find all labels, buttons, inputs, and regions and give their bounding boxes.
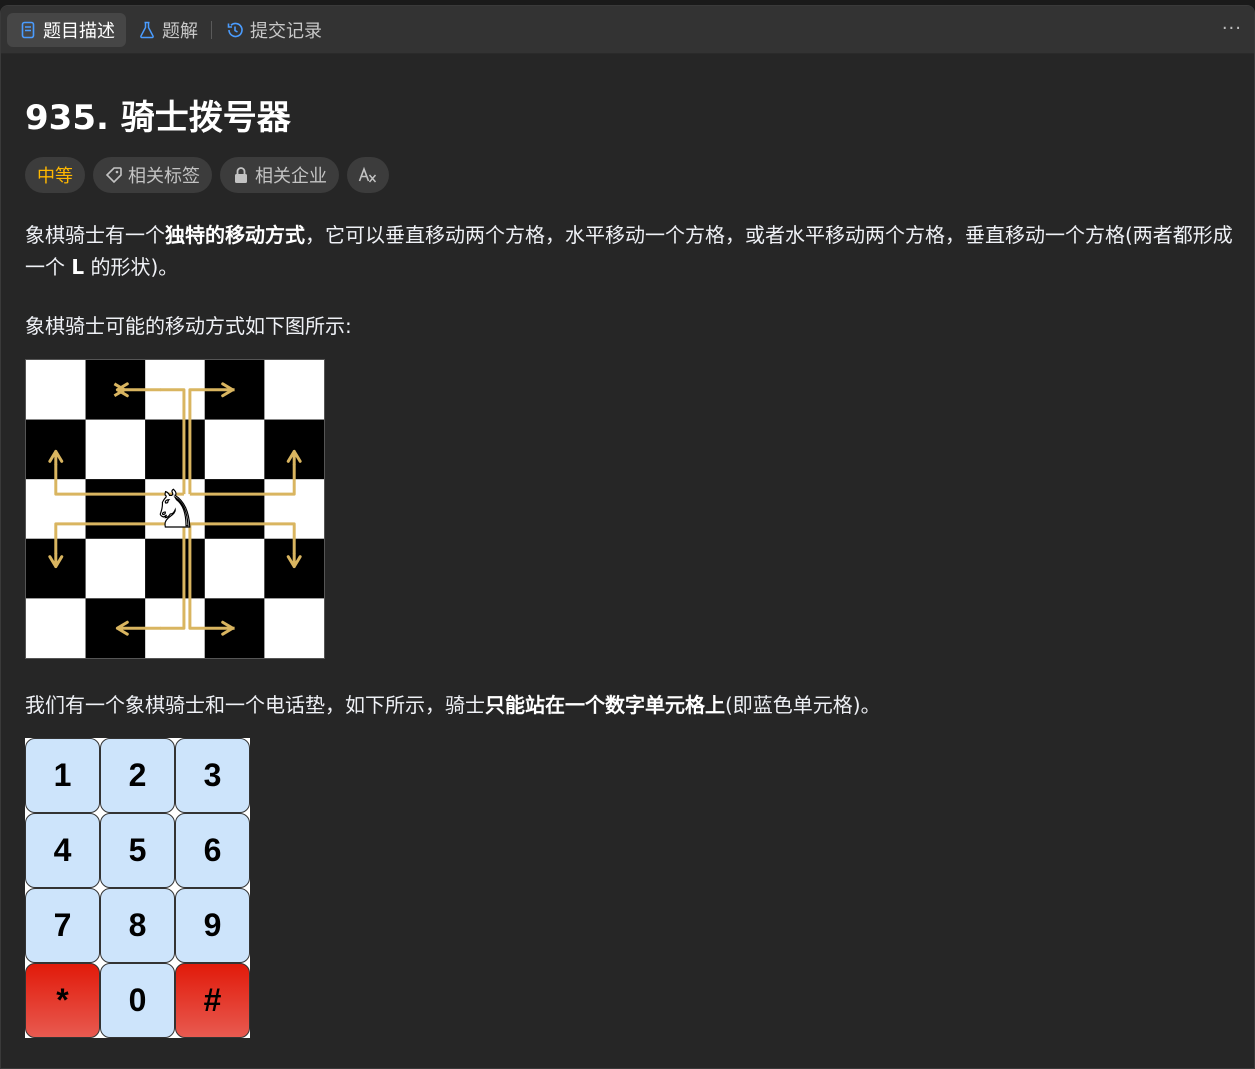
bold-text: L bbox=[71, 255, 85, 279]
problem-title: 935. 骑士拨号器 bbox=[25, 98, 291, 138]
tab-divider bbox=[211, 20, 212, 39]
board-square bbox=[85, 419, 146, 480]
text-segment: 我们有一个象棋骑士和一个电话垫，如下所示，骑士 bbox=[25, 693, 485, 717]
translate-icon bbox=[358, 166, 377, 183]
keypad-key: 0 bbox=[100, 963, 175, 1038]
board-square bbox=[85, 479, 146, 539]
board-square bbox=[145, 538, 205, 599]
tab-label: 题目描述 bbox=[43, 20, 115, 42]
board-square bbox=[145, 419, 205, 480]
tab-solutions[interactable]: 题解 bbox=[126, 13, 209, 47]
tab-bar: 题目描述 题解 提交记录 ··· bbox=[1, 6, 1254, 54]
keypad-key: 8 bbox=[100, 888, 175, 963]
lock-icon bbox=[235, 167, 247, 183]
more-options-icon[interactable]: ··· bbox=[1222, 18, 1242, 39]
pill-label: 相关标签 bbox=[128, 166, 200, 187]
tag-icon bbox=[105, 167, 122, 184]
phone-keypad-diagram: 1 2 3 4 5 6 7 8 9 * 0 # bbox=[25, 738, 250, 1038]
keypad-key: 2 bbox=[100, 738, 175, 813]
board-square bbox=[264, 360, 324, 420]
pill-label: 相关企业 bbox=[255, 166, 327, 187]
keypad-key: 3 bbox=[175, 738, 250, 813]
bold-text: 只能站在一个数字单元格上 bbox=[485, 693, 725, 717]
description-paragraph-2: 象棋骑士可能的移动方式如下图所示: bbox=[25, 314, 352, 338]
history-icon bbox=[227, 22, 243, 37]
board-square bbox=[26, 360, 86, 420]
tab-description[interactable]: 题目描述 bbox=[7, 12, 126, 47]
document-icon bbox=[21, 21, 35, 38]
bold-text: 独特的移动方式 bbox=[165, 223, 305, 247]
tab-label: 题解 bbox=[162, 20, 198, 42]
flask-icon bbox=[140, 21, 154, 38]
keypad-key: 9 bbox=[175, 888, 250, 963]
related-companies-button[interactable]: 相关企业 bbox=[220, 157, 339, 193]
board-square bbox=[26, 598, 86, 658]
board-square bbox=[204, 419, 265, 480]
knight-moves-diagram: ♞ bbox=[25, 359, 325, 659]
tag-row: 中等 相关标签 相关企业 bbox=[25, 157, 389, 193]
tab-submissions[interactable]: 提交记录 bbox=[214, 13, 333, 47]
description-paragraph-3: 我们有一个象棋骑士和一个电话垫，如下所示，骑士只能站在一个数字单元格上(即蓝色单… bbox=[25, 689, 881, 721]
board-square bbox=[204, 479, 265, 539]
keypad-key: 7 bbox=[25, 888, 100, 963]
knight-piece: ♞ bbox=[152, 480, 198, 540]
keypad-key: # bbox=[175, 963, 250, 1038]
difficulty-badge[interactable]: 中等 bbox=[25, 157, 85, 193]
translate-button[interactable] bbox=[347, 157, 389, 193]
text-segment: 象棋骑士有一个 bbox=[25, 223, 165, 247]
board-square bbox=[264, 598, 324, 658]
keypad-key: * bbox=[25, 963, 100, 1038]
keypad-key: 1 bbox=[25, 738, 100, 813]
keypad-key: 6 bbox=[175, 813, 250, 888]
keypad-key: 4 bbox=[25, 813, 100, 888]
text-segment: (即蓝色单元格)。 bbox=[725, 693, 881, 717]
board-square bbox=[204, 538, 265, 599]
problem-panel: 题目描述 题解 提交记录 ··· 935. 骑士拨号器 中等 相关标签 相关企业… bbox=[0, 5, 1255, 1069]
tab-label: 提交记录 bbox=[250, 20, 322, 42]
related-tags-button[interactable]: 相关标签 bbox=[93, 157, 212, 193]
description-paragraph-1: 象棋骑士有一个独特的移动方式，它可以垂直移动两个方格，水平移动一个方格，或者水平… bbox=[25, 219, 1235, 283]
keypad-key: 5 bbox=[100, 813, 175, 888]
board-square bbox=[85, 538, 146, 599]
text-segment: 的形状)。 bbox=[84, 255, 179, 279]
